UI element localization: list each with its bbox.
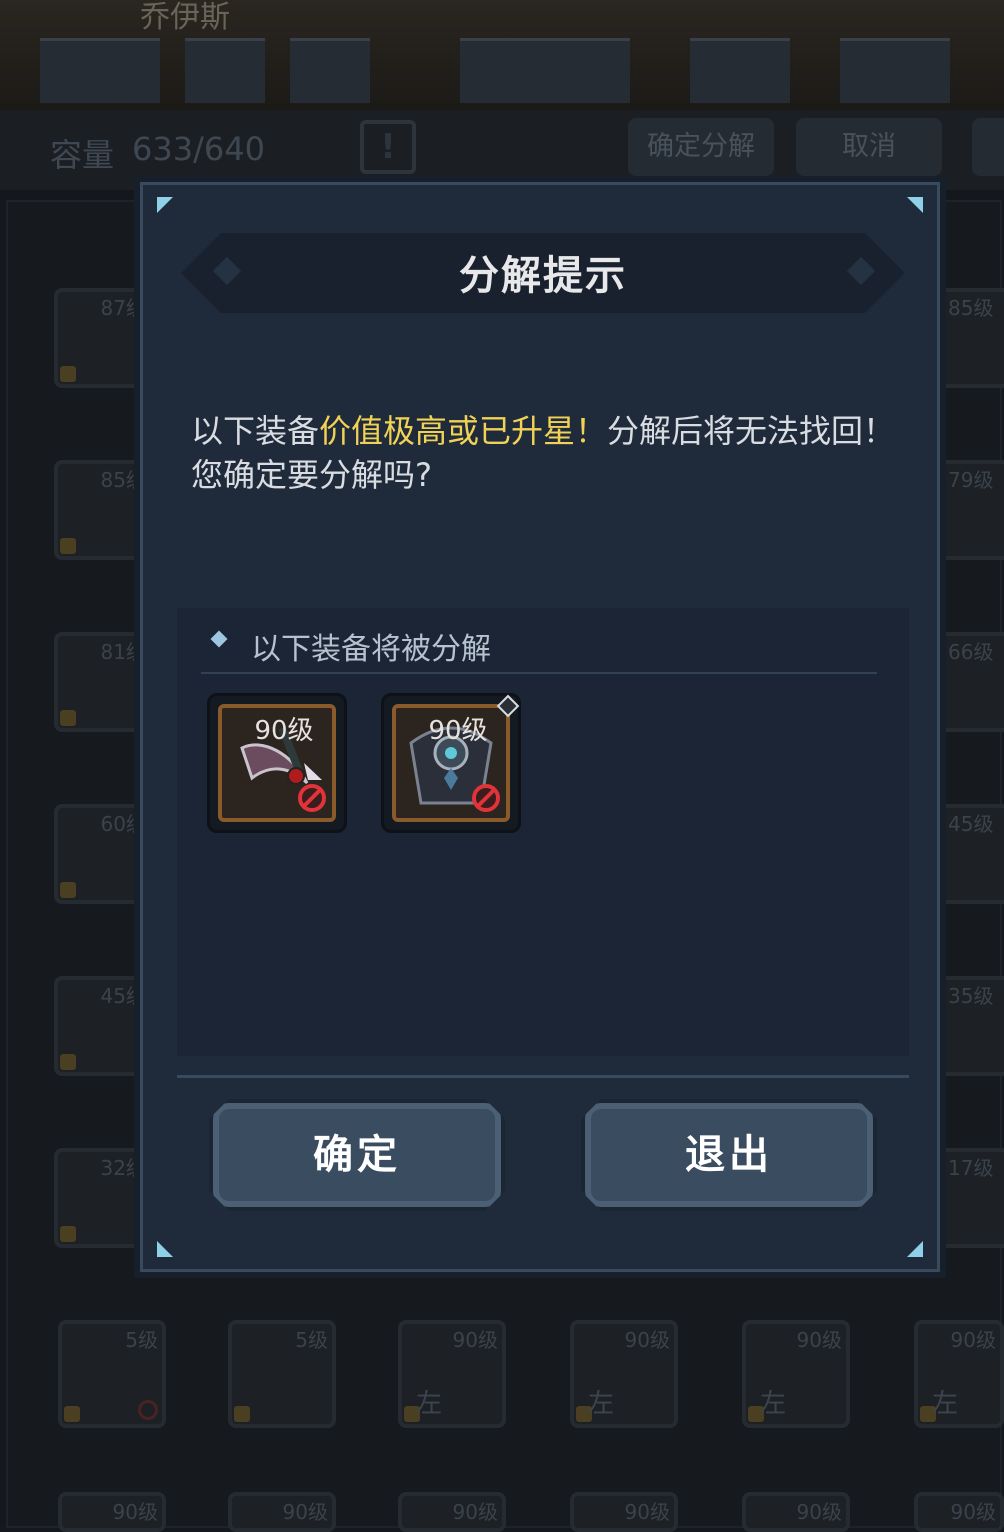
inventory-slot[interactable]: 90级 [570, 1492, 678, 1532]
inventory-slot[interactable]: 90级 [58, 1492, 166, 1532]
slot-level: 90级 [624, 1328, 670, 1352]
left-tag: 左 [588, 1389, 615, 1419]
forbidden-icon [298, 784, 326, 812]
inventory-slot[interactable]: 17级 [936, 1148, 1004, 1248]
lock-icon [60, 538, 76, 554]
slot-level: 90级 [624, 1500, 670, 1524]
equipment-item[interactable]: 90级 [381, 693, 521, 833]
warning-message: 以下装备价值极高或已升星！分解后将无法找回！您确定要分解吗? [191, 409, 901, 497]
forbidden-icon [472, 784, 500, 812]
exit-button[interactable]: 退出 [581, 1099, 877, 1211]
inventory-slot[interactable]: 90级 [228, 1492, 336, 1532]
inventory-slot[interactable]: 90级 [914, 1492, 1004, 1532]
slot-level: 79级 [948, 468, 994, 492]
inventory-slot[interactable]: 90级 [398, 1492, 506, 1532]
capacity-value: 633/640 [132, 130, 265, 168]
list-header: 以下装备将被分解 [251, 632, 491, 667]
inventory-slot[interactable]: 5级 [228, 1320, 336, 1428]
corner-ornament [157, 197, 173, 213]
header-tab[interactable] [460, 38, 630, 103]
lock-icon [60, 882, 76, 898]
slot-level: 90级 [950, 1328, 996, 1352]
divider [177, 1075, 909, 1078]
header-tab[interactable] [690, 38, 790, 103]
confirm-decompose-button[interactable]: 确定分解 [628, 118, 774, 176]
slot-level: 90级 [452, 1500, 498, 1524]
slot-level: 90级 [796, 1500, 842, 1524]
inventory-slot[interactable]: 79级 [936, 460, 1004, 560]
slot-level: 90级 [282, 1500, 328, 1524]
slot-level: 90级 [950, 1500, 996, 1524]
slot-level: 66级 [948, 640, 994, 664]
lock-icon [60, 1226, 76, 1242]
header-tab[interactable] [185, 38, 265, 103]
inventory-slot[interactable]: 90级 左 [570, 1320, 678, 1428]
divider [201, 672, 877, 674]
corner-ornament [157, 1241, 173, 1257]
slot-level: 17级 [948, 1156, 994, 1180]
top-header: 乔伊斯 [0, 0, 1004, 110]
inventory-slot[interactable]: 85级 [936, 288, 1004, 388]
slot-level: 90级 [452, 1328, 498, 1352]
dialog-title: 分解提示 [459, 253, 627, 299]
equipment-item[interactable]: 90级 [207, 693, 347, 833]
inventory-slot[interactable]: 35级 [936, 976, 1004, 1076]
inventory-slot[interactable]: 85级 [54, 460, 154, 560]
lock-icon [64, 1406, 80, 1422]
dark-armor-icon: 90级 [392, 704, 510, 822]
inventory-slot[interactable]: 5级 [58, 1320, 166, 1428]
inventory-slot[interactable]: 90级 左 [914, 1320, 1004, 1428]
inventory-slot[interactable]: 90级 [742, 1492, 850, 1532]
lock-icon [234, 1406, 250, 1422]
inventory-slot[interactable]: 90级 左 [742, 1320, 850, 1428]
inventory-slot[interactable]: 60级 [54, 804, 154, 904]
slot-level: 45级 [948, 812, 994, 836]
slot-level: 85级 [948, 296, 994, 320]
scythe-weapon-icon: 90级 [218, 704, 336, 822]
lock-icon [60, 1054, 76, 1070]
decompose-dialog: 分解提示 以下装备价值极高或已升星！分解后将无法找回！您确定要分解吗? 以下装备… [140, 182, 940, 1272]
lock-icon [60, 366, 76, 382]
corner-ornament [907, 1241, 923, 1257]
character-name: 乔伊斯 [140, 0, 230, 35]
inventory-slot[interactable]: 90级 左 [398, 1320, 506, 1428]
inventory-slot[interactable]: 45级 [54, 976, 154, 1076]
message-highlight: 价值极高或已升星！ [319, 412, 608, 450]
left-tag: 左 [932, 1389, 959, 1419]
left-tag: 左 [760, 1389, 787, 1419]
slot-level: 5级 [295, 1328, 328, 1352]
message-text: 以下装备 [191, 412, 320, 450]
item-level: 90级 [254, 716, 314, 746]
inventory-slot[interactable]: 66级 [936, 632, 1004, 732]
calendar-icon[interactable]: ! [360, 120, 416, 174]
forbidden-icon [138, 1400, 158, 1420]
slot-level: 35级 [948, 984, 994, 1008]
extra-button[interactable] [972, 118, 1004, 176]
equipment-list-panel: 以下装备将被分解 90级 90级 [177, 608, 909, 1056]
slot-level: 5级 [125, 1328, 158, 1352]
header-tab[interactable] [290, 38, 370, 103]
lock-icon [60, 710, 76, 726]
slot-level: 90级 [796, 1328, 842, 1352]
inventory-slot[interactable]: 87级 [54, 288, 154, 388]
inventory-slot[interactable]: 32级 [54, 1148, 154, 1248]
inventory-slot[interactable]: 81级 [54, 632, 154, 732]
cancel-button[interactable]: 取消 [796, 118, 942, 176]
slot-level: 90级 [112, 1500, 158, 1524]
corner-ornament [907, 197, 923, 213]
capacity-label: 容量 [50, 136, 115, 174]
diamond-bullet-icon [210, 630, 228, 648]
header-tab[interactable] [840, 38, 950, 103]
item-level: 90级 [428, 716, 488, 746]
left-tag: 左 [416, 1389, 443, 1419]
confirm-button[interactable]: 确定 [209, 1099, 505, 1211]
header-tab[interactable] [40, 38, 160, 103]
inventory-slot[interactable]: 45级 [936, 804, 1004, 904]
